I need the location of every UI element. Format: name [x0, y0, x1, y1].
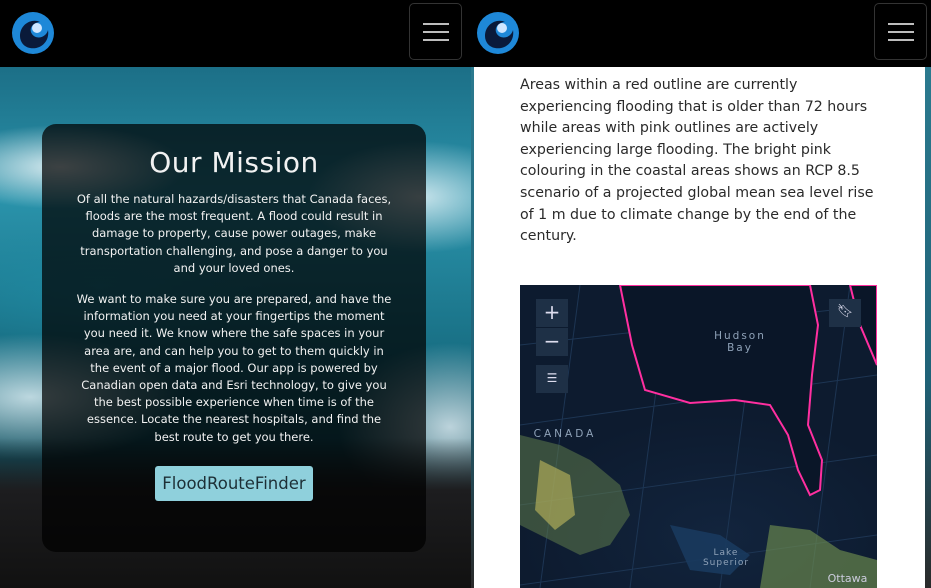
zoom-in-button[interactable]: +	[536, 299, 568, 327]
wave-logo-icon	[477, 12, 519, 54]
label-ottawa: Ottawa	[827, 572, 868, 585]
label-hudson-bay: Hudson Bay	[714, 330, 766, 354]
bookmark-icon: 🔖︎	[836, 304, 854, 319]
right-panel: Areas within a red outline are currently…	[471, 0, 931, 588]
mission-title: Our Mission	[149, 146, 319, 179]
hamburger-icon	[888, 23, 914, 25]
flood-map[interactable]: + − ☰ 🔖︎ Hudson Bay CANADA Lake Superior…	[520, 285, 877, 588]
menu-toggle-button[interactable]	[874, 3, 927, 60]
bookmark-button[interactable]: 🔖︎	[829, 299, 861, 327]
hamburger-icon	[423, 23, 449, 25]
wave-logo-icon	[12, 12, 54, 54]
navbar	[0, 0, 471, 67]
app-logo[interactable]	[475, 10, 521, 56]
layer-list-button[interactable]: ☰	[536, 365, 568, 393]
navbar	[471, 0, 931, 67]
mission-paragraph-1: Of all the natural hazards/disasters tha…	[76, 192, 392, 275]
list-icon: ☰	[546, 371, 558, 385]
zoom-out-button[interactable]: −	[536, 328, 568, 356]
menu-toggle-button[interactable]	[409, 3, 462, 60]
flood-route-finder-button[interactable]: FloodRouteFinder	[155, 465, 313, 501]
flood-description: Areas within a red outline are currently…	[520, 77, 874, 245]
mission-card: Our Mission Of all the natural hazards/d…	[42, 124, 426, 552]
app-logo[interactable]	[10, 10, 56, 56]
label-canada: CANADA	[533, 428, 597, 440]
mission-paragraph-2: We want to make sure you are prepared, a…	[76, 292, 392, 444]
label-lake-superior: Lake Superior	[702, 548, 750, 568]
left-panel: Our Mission Of all the natural hazards/d…	[0, 0, 471, 588]
